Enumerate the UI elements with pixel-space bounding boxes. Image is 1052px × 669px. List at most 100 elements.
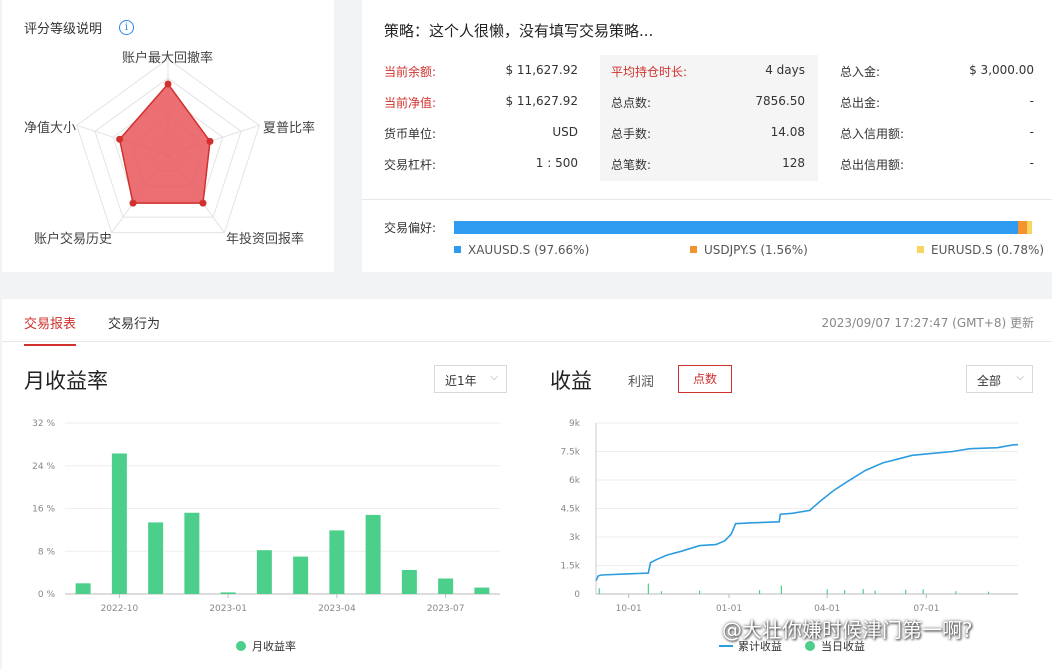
y-tick-label: 8 % <box>38 547 56 557</box>
y-tick-label: 24 % <box>32 462 55 472</box>
stat-label: 平均持仓时长: <box>611 65 688 79</box>
bar <box>474 587 490 594</box>
monthly-return-title: 月收益率 <box>24 369 108 393</box>
tab-trade-behavior[interactable]: 交易行为 <box>108 313 160 344</box>
stat-leverage: 交易杠杆: 1 : 500 <box>384 156 578 172</box>
bar <box>184 512 200 594</box>
stat-balance: 当前余额: $ 11,627.92 <box>384 63 578 79</box>
x-tick-label: 10-01 <box>616 604 642 614</box>
legend-name: XAUUSD.S <box>468 243 531 257</box>
monthly-legend: 月收益率 <box>236 638 296 654</box>
strategy-card: 策略：这个人很懒，没有填写交易策略... 当前余额: $ 11,627.92 当… <box>362 0 1052 272</box>
range-value: 近1年 <box>445 374 477 388</box>
range-value: 全部 <box>977 374 1002 388</box>
stat-label: 总笔数: <box>611 158 652 172</box>
radar-label-annual-return: 年投资回报率 <box>226 232 305 247</box>
radar-score-point <box>129 199 137 207</box>
pref-legend-usdjpy: USDJPY.S (1.56%) <box>690 243 808 257</box>
stat-total-lots: 总手数: 14.08 <box>611 125 805 141</box>
bar <box>75 583 91 594</box>
y-tick-label: 1.5k <box>560 562 580 572</box>
y-tick-label: 6k <box>569 476 581 486</box>
stat-credit-out: 总出信用额: - <box>840 156 1034 172</box>
stat-value: - <box>1029 156 1034 170</box>
rating-card: 评分等级说明 i 账户最大回撤率 夏普比率 年投资回报率 账户交易历史 净值大小 <box>2 0 334 272</box>
stat-label: 总点数: <box>611 96 652 110</box>
cumulative-line <box>595 443 1019 582</box>
y-tick-label: 32 % <box>32 419 55 429</box>
chevron-down-icon: ⌵ <box>490 372 498 383</box>
bar <box>220 592 236 594</box>
x-tick-label: 2022-10 <box>101 604 139 614</box>
stat-value: 7856.50 <box>755 94 805 108</box>
stat-avg-hold: 平均持仓时长: 4 days <box>611 63 805 79</box>
bar <box>111 453 127 594</box>
stat-total-trades: 总笔数: 128 <box>611 156 805 172</box>
stat-value: - <box>1029 125 1034 139</box>
stat-value: 4 days <box>765 63 805 77</box>
watermark: @大壮你嫌时候津门第一啊? <box>722 618 973 642</box>
bar <box>256 550 272 594</box>
stat-label: 当前净值: <box>384 96 437 110</box>
stat-label: 总出金: <box>840 96 881 110</box>
legend-pct: (97.66%) <box>534 243 590 257</box>
preference-segment <box>1018 221 1028 234</box>
x-tick-label: 04-01 <box>814 604 840 614</box>
x-tick-label: 07-01 <box>913 604 939 614</box>
bar <box>148 522 164 594</box>
y-tick-label: 4.5k <box>560 505 580 515</box>
y-tick-label: 16 % <box>32 505 55 515</box>
y-tick-label: 0 % <box>38 590 56 600</box>
stat-label: 交易杠杆: <box>384 158 437 172</box>
radar-score-point <box>206 137 214 145</box>
y-tick-label: 7.5k <box>560 448 580 458</box>
radar-label-history: 账户交易历史 <box>34 232 113 247</box>
earnings-range-select[interactable]: 全部 ⌵ <box>966 365 1033 393</box>
monthly-return-chart: 0 % 8 % 16 % 24 % 32 % 2022-10 2023-01 2023-04 2… <box>32 419 500 614</box>
radar-label-max-drawdown: 账户最大回撤率 <box>122 51 214 66</box>
legend-swatch <box>690 246 697 253</box>
earnings-chart: 0 1.5k 3k 4.5k 6k 7.5k 9k 10-01 01-01 04-01 07-01 <box>560 419 1019 614</box>
stat-value: 14.08 <box>770 125 805 139</box>
stat-equity: 当前净值: $ 11,627.92 <box>384 94 578 110</box>
radar-score-point <box>116 135 124 143</box>
legend-line <box>719 645 733 647</box>
legend-pct: (0.78%) <box>996 243 1045 257</box>
radar-score-point <box>164 80 172 88</box>
radar-score-area <box>118 82 211 204</box>
stat-value: $ 3,000.00 <box>969 63 1034 77</box>
bar <box>438 578 454 594</box>
earnings-tab-profit[interactable]: 利润 <box>628 371 654 390</box>
legend-swatch <box>454 246 461 253</box>
stat-value: 1 : 500 <box>535 156 578 170</box>
y-tick-label: 3k <box>569 533 581 543</box>
preference-bar <box>454 221 1032 234</box>
earnings-tab-points[interactable]: 点数 <box>678 365 732 393</box>
divider <box>2 341 1052 342</box>
earnings-title: 收益 <box>550 369 592 393</box>
x-tick-label: 2023-04 <box>318 604 356 614</box>
strategy-title: 策略：这个人很懒，没有填写交易策略... <box>384 22 654 40</box>
stat-credit-in: 总入信用额: - <box>840 125 1034 141</box>
stat-total-deposit: 总入金: $ 3,000.00 <box>840 63 1034 79</box>
radar-label-equity: 净值大小 <box>24 121 77 136</box>
stat-value: $ 11,627.92 <box>505 94 578 108</box>
bar <box>365 514 381 594</box>
monthly-range-select[interactable]: 近1年 ⌵ <box>434 365 507 393</box>
stat-value: - <box>1029 94 1034 108</box>
pref-legend-xauusd: XAUUSD.S (97.66%) <box>454 243 589 257</box>
y-tick-label: 9k <box>569 419 581 429</box>
preference-segment <box>1027 221 1032 234</box>
stat-currency: 货币单位: USD <box>384 125 578 141</box>
stat-label: 总手数: <box>611 127 652 141</box>
stat-label: 总入信用额: <box>840 127 905 141</box>
chevron-down-icon: ⌵ <box>1016 372 1024 383</box>
stat-total-withdrawal: 总出金: - <box>840 94 1034 110</box>
legend-pct: (1.56%) <box>760 243 808 257</box>
bar <box>329 530 345 594</box>
bar <box>293 556 309 594</box>
bar <box>401 569 417 594</box>
pref-legend-eurusd: EURUSD.S (0.78%) <box>917 243 1044 257</box>
update-timestamp: 2023/09/07 17:27:47 (GMT+8) 更新 <box>821 316 1034 330</box>
legend-name: EURUSD.S <box>931 243 993 257</box>
